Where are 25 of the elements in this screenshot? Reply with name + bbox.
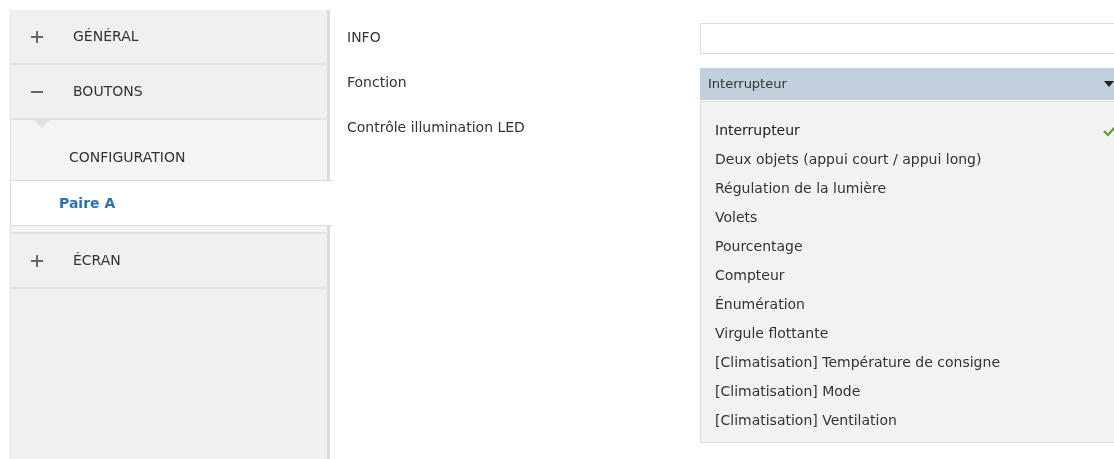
sidebar-subitem[interactable]: Paire A: [10, 180, 333, 226]
sidebar-item[interactable]: BOUTONS: [10, 65, 330, 120]
field-label: Fonction: [347, 73, 408, 91]
field-label: Contrôle illumination LED: [347, 118, 525, 136]
sidebar-subitem[interactable]: CONFIGURATION: [11, 134, 327, 180]
menu-option[interactable]: Compteur: [715, 261, 1114, 290]
menu-option[interactable]: Volets: [715, 203, 1114, 232]
input-field[interactable]: [700, 23, 1114, 54]
caret-icon: [1104, 81, 1114, 87]
dropdown[interactable]: Interrupteur: [700, 68, 1114, 100]
sidebar-item[interactable]: GÉNÉRAL: [10, 10, 330, 65]
menu-option[interactable]: Deux objets (appui court / appui long): [715, 145, 1114, 174]
check-icon: [1103, 124, 1114, 137]
field-label: INFO: [347, 28, 382, 46]
menu-option[interactable]: Régulation de la lumière: [715, 174, 1114, 203]
sidebar-item[interactable]: ÉCRAN: [10, 234, 330, 289]
menu-option[interactable]: [Climatisation] Ventilation: [715, 406, 1114, 435]
menu-option[interactable]: Pourcentage: [715, 232, 1114, 261]
menu-option[interactable]: [Climatisation] Température de consigne: [715, 348, 1114, 377]
menu-option[interactable]: [Climatisation] Mode: [715, 377, 1114, 406]
menu-option[interactable]: Virgule flottante: [715, 319, 1114, 348]
menu-option[interactable]: Énumération: [715, 290, 1114, 319]
plus-icon: [31, 30, 43, 43]
menu-option[interactable]: Interrupteur: [715, 116, 1114, 145]
plus-icon: [31, 254, 43, 267]
